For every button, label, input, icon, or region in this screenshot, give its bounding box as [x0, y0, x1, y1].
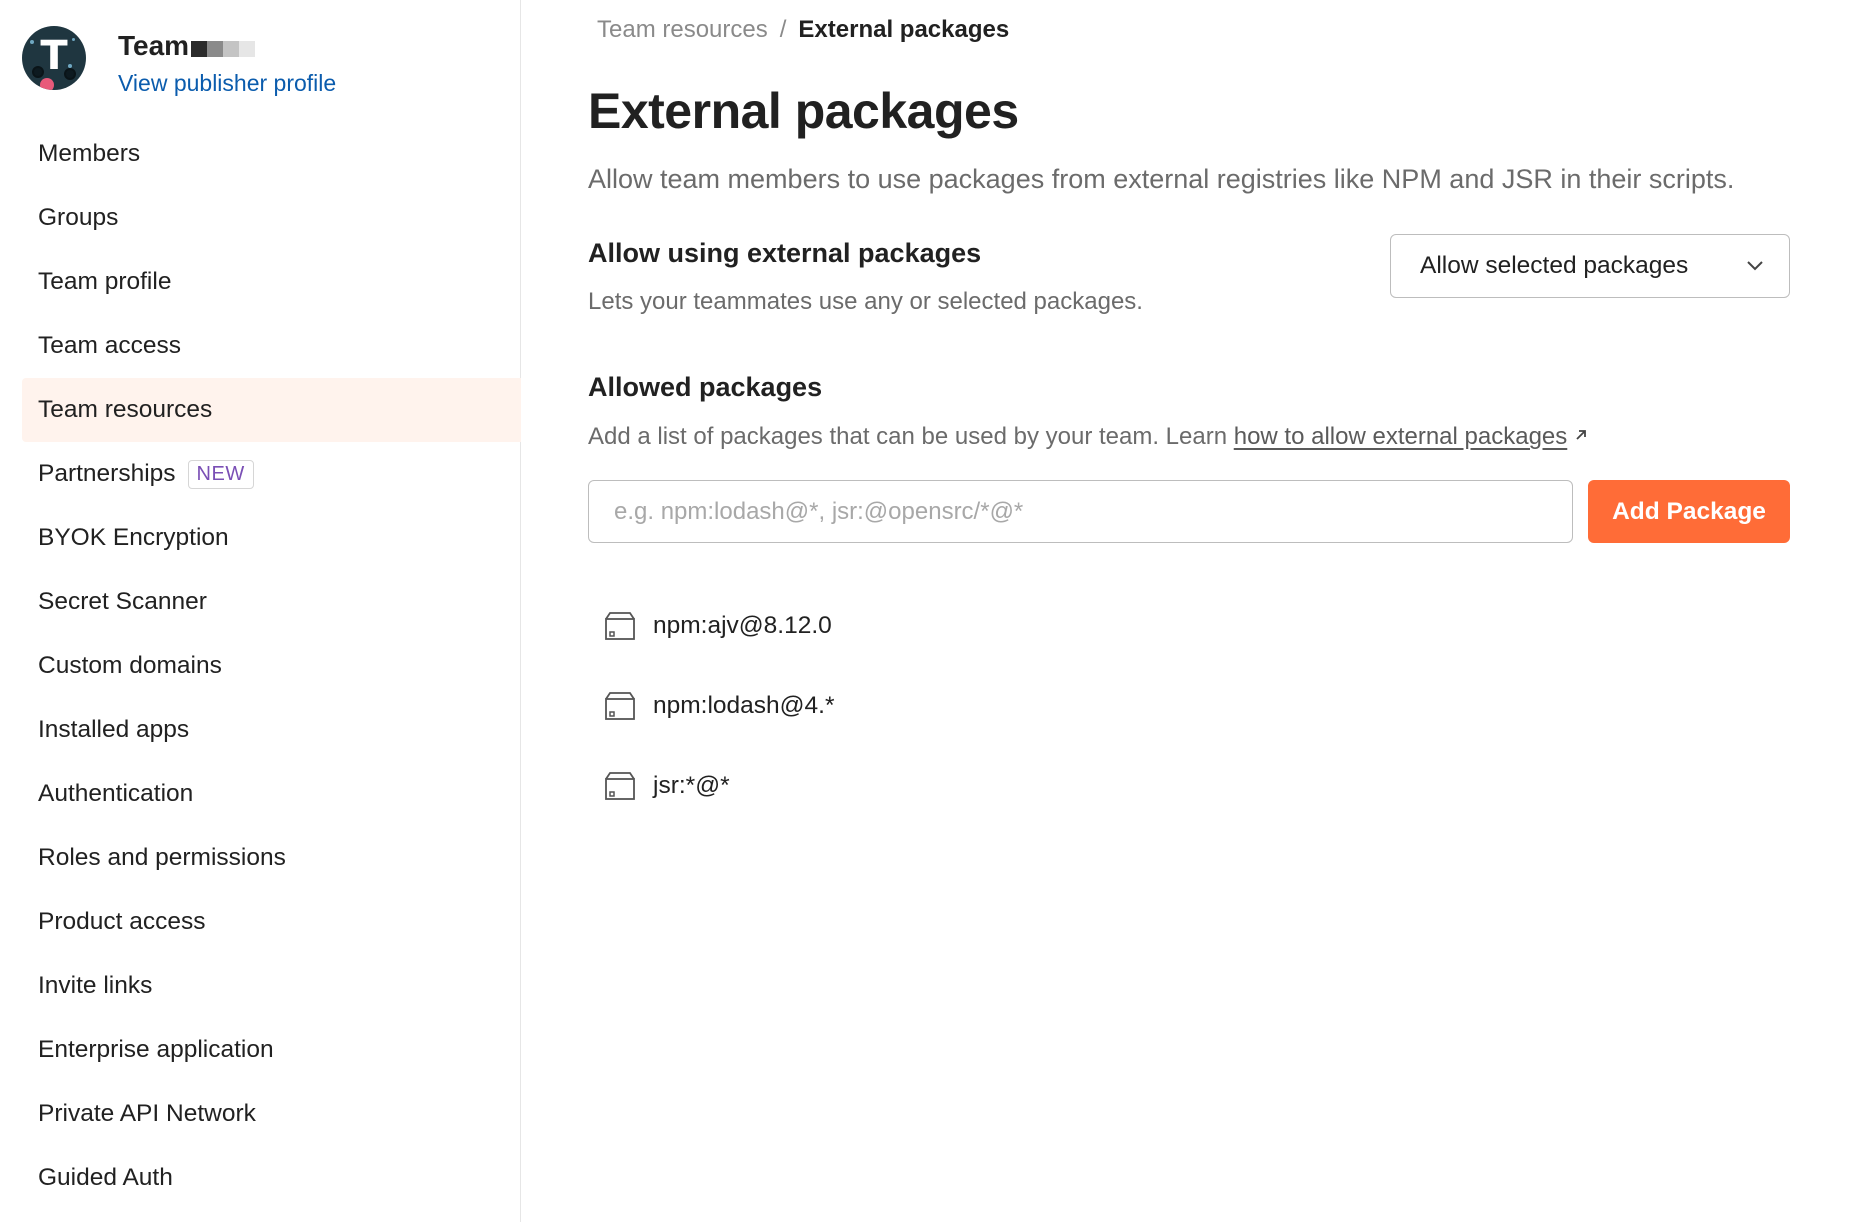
redacted-text: [191, 32, 256, 64]
package-icon: [605, 692, 635, 720]
sidebar-item-label: Guided Auth: [38, 1164, 173, 1191]
sidebar-item-partnerships[interactable]: Partnerships NEW: [22, 442, 521, 506]
package-icon: [605, 772, 635, 800]
sidebar-item-label: BYOK Encryption: [38, 524, 229, 551]
package-name: npm:lodash@4.*: [653, 692, 835, 719]
sidebar-item-byok-encryption[interactable]: BYOK Encryption: [22, 506, 521, 570]
allow-packages-select[interactable]: Allow selected packages: [1390, 234, 1790, 298]
package-name: npm:ajv@8.12.0: [653, 612, 832, 639]
add-package-button[interactable]: Add Package: [1588, 480, 1790, 543]
allowed-packages-description: Add a list of packages that can be used …: [588, 423, 1589, 451]
sidebar-item-members[interactable]: Members: [22, 122, 521, 186]
sidebar-item-custom-domains[interactable]: Custom domains: [22, 634, 521, 698]
sidebar-item-team-access[interactable]: Team access: [22, 314, 521, 378]
sidebar-item-secret-scanner[interactable]: Secret Scanner: [22, 570, 521, 634]
sidebar-item-authentication[interactable]: Authentication: [22, 762, 521, 826]
allowed-packages-list: npm:ajv@8.12.0 npm:lodash@4.* jsr:*@*: [604, 586, 835, 826]
sidebar-item-label: Enterprise application: [38, 1036, 274, 1063]
page-description: Allow team members to use packages from …: [588, 164, 1735, 194]
sidebar-item-product-access[interactable]: Product access: [22, 890, 521, 954]
chevron-down-icon: [1747, 261, 1763, 271]
sidebar-item-label: Installed apps: [38, 716, 190, 743]
package-icon: [605, 612, 635, 640]
allowed-packages-description-text: Add a list of packages that can be used …: [588, 423, 1234, 450]
sidebar-item-label: Authentication: [38, 780, 194, 807]
package-list-item: jsr:*@*: [604, 746, 835, 826]
sidebar-item-team-profile[interactable]: Team profile: [22, 250, 521, 314]
view-publisher-profile-link[interactable]: View publisher profile: [118, 70, 336, 97]
sidebar-item-private-api-network[interactable]: Private API Network: [22, 1082, 521, 1146]
sidebar-item-invite-links[interactable]: Invite links: [22, 954, 521, 1018]
sidebar-item-label: Team profile: [38, 268, 172, 295]
breadcrumb-current: External packages: [798, 16, 1010, 43]
allowed-packages-title: Allowed packages: [588, 372, 823, 402]
sidebar-item-label: Product access: [38, 908, 206, 935]
sidebar-item-label: Team resources: [38, 396, 213, 423]
sidebar-item-groups[interactable]: Groups: [22, 186, 521, 250]
package-list-item: npm:lodash@4.*: [604, 666, 835, 746]
sidebar-nav: Members Groups Team profile Team access …: [22, 122, 521, 1210]
sidebar-item-label: Custom domains: [38, 652, 222, 679]
sidebar-item-installed-apps[interactable]: Installed apps: [22, 698, 521, 762]
breadcrumb: Team resources / External packages: [597, 16, 1009, 44]
page-title: External packages: [588, 83, 1019, 139]
how-to-allow-external-packages-link[interactable]: how to allow external packages: [1234, 423, 1568, 450]
sidebar-item-roles-and-permissions[interactable]: Roles and permissions: [22, 826, 521, 890]
external-link-icon: [1576, 430, 1587, 440]
sidebar-item-label: Private API Network: [38, 1100, 256, 1127]
package-input[interactable]: [588, 480, 1573, 543]
sidebar-item-enterprise-application[interactable]: Enterprise application: [22, 1018, 521, 1082]
avatar-letter: T: [40, 33, 68, 79]
sidebar-item-guided-auth[interactable]: Guided Auth: [22, 1146, 521, 1210]
allow-external-packages-description: Lets your teammates use any or selected …: [588, 288, 1143, 315]
allow-external-packages-title: Allow using external packages: [588, 238, 982, 268]
sidebar-item-label: Roles and permissions: [38, 844, 286, 871]
package-name: jsr:*@*: [653, 772, 730, 799]
sidebar-item-label: Groups: [38, 204, 119, 231]
team-name-text: Team: [118, 30, 190, 61]
sidebar-item-label: Partnerships: [38, 460, 176, 487]
breadcrumb-parent-link[interactable]: Team resources: [597, 16, 768, 43]
sidebar-item-label: Members: [38, 140, 141, 167]
team-avatar: T: [22, 26, 86, 90]
sidebar: T Team View publisher profile Members Gr…: [0, 0, 521, 1222]
team-name: Team: [118, 30, 256, 64]
sidebar-item-label: Team access: [38, 332, 181, 359]
new-badge: NEW: [187, 459, 254, 489]
select-value: Allow selected packages: [1420, 252, 1689, 279]
sidebar-item-label: Invite links: [38, 972, 153, 999]
breadcrumb-separator: /: [779, 16, 787, 43]
sidebar-item-team-resources[interactable]: Team resources: [22, 378, 521, 442]
sidebar-item-label: Secret Scanner: [38, 588, 207, 615]
team-profile-header: T Team View publisher profile: [22, 26, 502, 96]
package-list-item: npm:ajv@8.12.0: [604, 586, 835, 666]
